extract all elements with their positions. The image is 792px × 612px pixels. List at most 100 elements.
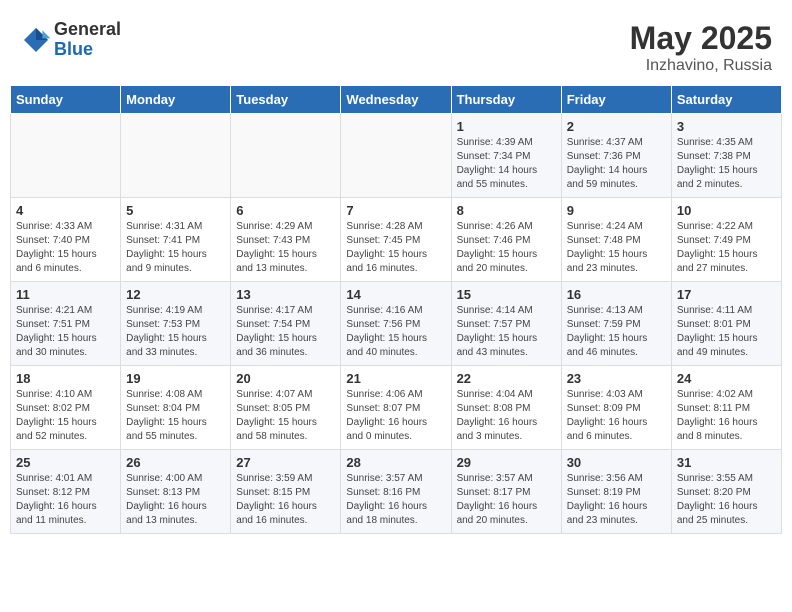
day-number: 2 xyxy=(567,119,666,134)
day-number: 24 xyxy=(677,371,776,386)
calendar-cell: 26 Sunrise: 4:00 AMSunset: 8:13 PMDayligh… xyxy=(121,450,231,534)
calendar-cell: 3 Sunrise: 4:35 AMSunset: 7:38 PMDaylight… xyxy=(671,114,781,198)
calendar-cell: 21Sunrise: 4:06 AMSunset: 8:07 PMDayligh… xyxy=(341,366,451,450)
day-number: 18 xyxy=(16,371,115,386)
day-header-thursday: Thursday xyxy=(451,86,561,114)
calendar-header: SundayMondayTuesdayWednesdayThursdayFrid… xyxy=(11,86,782,114)
day-number: 27 xyxy=(236,455,335,470)
day-number: 31 xyxy=(677,455,776,470)
calendar-cell: 25 Sunrise: 4:01 AMSunset: 8:12 PMDayligh… xyxy=(11,450,121,534)
day-info: Sunrise: 3:57 AMSunset: 8:16 PMDaylight:… xyxy=(346,472,445,528)
day-number: 25 xyxy=(16,455,115,470)
calendar-week-2: 4Sunrise: 4:33 AMSunset: 7:40 PMDaylight… xyxy=(11,198,782,282)
day-number: 12 xyxy=(126,287,225,302)
day-info: Sunrise: 4:39 AMSunset: 7:34 PMDaylight:… xyxy=(457,136,556,192)
calendar-body: 1 Sunrise: 4:39 AMSunset: 7:34 PMDaylight… xyxy=(11,114,782,534)
day-header-tuesday: Tuesday xyxy=(231,86,341,114)
day-info: Sunrise: 4:33 AMSunset: 7:40 PMDaylight:… xyxy=(16,220,115,276)
day-info: Sunrise: 4:17 AMSunset: 7:54 PMDaylight:… xyxy=(236,304,335,360)
logo: General Blue xyxy=(20,20,121,60)
day-number: 15 xyxy=(457,287,556,302)
day-number: 9 xyxy=(567,203,666,218)
header-row: SundayMondayTuesdayWednesdayThursdayFrid… xyxy=(11,86,782,114)
calendar-cell: 17Sunrise: 4:11 AMSunset: 8:01 PMDayligh… xyxy=(671,282,781,366)
calendar-cell: 11Sunrise: 4:21 AMSunset: 7:51 PMDayligh… xyxy=(11,282,121,366)
day-info: Sunrise: 4:04 AMSunset: 8:08 PMDaylight:… xyxy=(457,388,556,444)
calendar-cell: 16 Sunrise: 4:13 AMSunset: 7:59 PMDayligh… xyxy=(561,282,671,366)
day-info: Sunrise: 4:31 AMSunset: 7:41 PMDaylight:… xyxy=(126,220,225,276)
day-info: Sunrise: 4:22 AMSunset: 7:49 PMDaylight:… xyxy=(677,220,776,276)
day-header-friday: Friday xyxy=(561,86,671,114)
day-number: 19 xyxy=(126,371,225,386)
day-header-sunday: Sunday xyxy=(11,86,121,114)
day-number: 28 xyxy=(346,455,445,470)
day-number: 29 xyxy=(457,455,556,470)
calendar-cell: 6 Sunrise: 4:29 AMSunset: 7:43 PMDaylight… xyxy=(231,198,341,282)
calendar-cell: 5Sunrise: 4:31 AMSunset: 7:41 PMDaylight… xyxy=(121,198,231,282)
calendar-cell: 1 Sunrise: 4:39 AMSunset: 7:34 PMDaylight… xyxy=(451,114,561,198)
day-number: 13 xyxy=(236,287,335,302)
day-info: Sunrise: 3:59 AMSunset: 8:15 PMDaylight:… xyxy=(236,472,335,528)
day-number: 16 xyxy=(567,287,666,302)
calendar-cell: 29 Sunrise: 3:57 AMSunset: 8:17 PMDayligh… xyxy=(451,450,561,534)
calendar-cell xyxy=(121,114,231,198)
day-info: Sunrise: 4:06 AMSunset: 8:07 PMDaylight:… xyxy=(346,388,445,444)
month-title: May 2025 xyxy=(630,20,772,57)
day-info: Sunrise: 4:19 AMSunset: 7:53 PMDaylight:… xyxy=(126,304,225,360)
calendar-cell: 22 Sunrise: 4:04 AMSunset: 8:08 PMDayligh… xyxy=(451,366,561,450)
calendar-week-4: 18Sunrise: 4:10 AMSunset: 8:02 PMDayligh… xyxy=(11,366,782,450)
calendar-cell: 14 Sunrise: 4:16 AMSunset: 7:56 PMDayligh… xyxy=(341,282,451,366)
day-number: 3 xyxy=(677,119,776,134)
day-number: 23 xyxy=(567,371,666,386)
calendar-cell: 30Sunrise: 3:56 AMSunset: 8:19 PMDayligh… xyxy=(561,450,671,534)
day-number: 8 xyxy=(457,203,556,218)
day-info: Sunrise: 4:26 AMSunset: 7:46 PMDaylight:… xyxy=(457,220,556,276)
day-number: 26 xyxy=(126,455,225,470)
calendar-cell: 13 Sunrise: 4:17 AMSunset: 7:54 PMDayligh… xyxy=(231,282,341,366)
day-info: Sunrise: 4:13 AMSunset: 7:59 PMDaylight:… xyxy=(567,304,666,360)
day-number: 14 xyxy=(346,287,445,302)
day-info: Sunrise: 4:07 AMSunset: 8:05 PMDaylight:… xyxy=(236,388,335,444)
calendar-cell: 23Sunrise: 4:03 AMSunset: 8:09 PMDayligh… xyxy=(561,366,671,450)
day-info: Sunrise: 4:01 AMSunset: 8:12 PMDaylight:… xyxy=(16,472,115,528)
day-info: Sunrise: 4:28 AMSunset: 7:45 PMDaylight:… xyxy=(346,220,445,276)
calendar-week-3: 11Sunrise: 4:21 AMSunset: 7:51 PMDayligh… xyxy=(11,282,782,366)
day-info: Sunrise: 4:11 AMSunset: 8:01 PMDaylight:… xyxy=(677,304,776,360)
calendar-cell: 15Sunrise: 4:14 AMSunset: 7:57 PMDayligh… xyxy=(451,282,561,366)
day-number: 22 xyxy=(457,371,556,386)
day-info: Sunrise: 4:08 AMSunset: 8:04 PMDaylight:… xyxy=(126,388,225,444)
calendar-cell: 2 Sunrise: 4:37 AMSunset: 7:36 PMDaylight… xyxy=(561,114,671,198)
day-header-monday: Monday xyxy=(121,86,231,114)
page-header: General Blue May 2025 Inzhavino, Russia xyxy=(10,10,782,80)
day-number: 1 xyxy=(457,119,556,134)
calendar-cell: 7 Sunrise: 4:28 AMSunset: 7:45 PMDaylight… xyxy=(341,198,451,282)
calendar-cell: 4Sunrise: 4:33 AMSunset: 7:40 PMDaylight… xyxy=(11,198,121,282)
calendar-cell: 28 Sunrise: 3:57 AMSunset: 8:16 PMDayligh… xyxy=(341,450,451,534)
day-info: Sunrise: 4:21 AMSunset: 7:51 PMDaylight:… xyxy=(16,304,115,360)
calendar-cell xyxy=(11,114,121,198)
calendar-cell: 9 Sunrise: 4:24 AMSunset: 7:48 PMDaylight… xyxy=(561,198,671,282)
day-number: 7 xyxy=(346,203,445,218)
day-info: Sunrise: 3:55 AMSunset: 8:20 PMDaylight:… xyxy=(677,472,776,528)
day-info: Sunrise: 4:37 AMSunset: 7:36 PMDaylight:… xyxy=(567,136,666,192)
logo-blue: Blue xyxy=(54,40,121,60)
day-info: Sunrise: 3:57 AMSunset: 8:17 PMDaylight:… xyxy=(457,472,556,528)
day-number: 6 xyxy=(236,203,335,218)
logo-general: General xyxy=(54,20,121,40)
logo-text: General Blue xyxy=(54,20,121,60)
calendar-cell xyxy=(341,114,451,198)
day-info: Sunrise: 4:24 AMSunset: 7:48 PMDaylight:… xyxy=(567,220,666,276)
day-info: Sunrise: 4:29 AMSunset: 7:43 PMDaylight:… xyxy=(236,220,335,276)
day-number: 10 xyxy=(677,203,776,218)
day-info: Sunrise: 4:00 AMSunset: 8:13 PMDaylight:… xyxy=(126,472,225,528)
day-info: Sunrise: 4:16 AMSunset: 7:56 PMDaylight:… xyxy=(346,304,445,360)
day-number: 30 xyxy=(567,455,666,470)
title-area: May 2025 Inzhavino, Russia xyxy=(630,20,772,75)
day-info: Sunrise: 4:35 AMSunset: 7:38 PMDaylight:… xyxy=(677,136,776,192)
calendar-week-1: 1 Sunrise: 4:39 AMSunset: 7:34 PMDaylight… xyxy=(11,114,782,198)
calendar-cell: 18Sunrise: 4:10 AMSunset: 8:02 PMDayligh… xyxy=(11,366,121,450)
calendar-table: SundayMondayTuesdayWednesdayThursdayFrid… xyxy=(10,85,782,534)
day-info: Sunrise: 4:02 AMSunset: 8:11 PMDaylight:… xyxy=(677,388,776,444)
calendar-cell: 20Sunrise: 4:07 AMSunset: 8:05 PMDayligh… xyxy=(231,366,341,450)
calendar-cell: 31 Sunrise: 3:55 AMSunset: 8:20 PMDayligh… xyxy=(671,450,781,534)
